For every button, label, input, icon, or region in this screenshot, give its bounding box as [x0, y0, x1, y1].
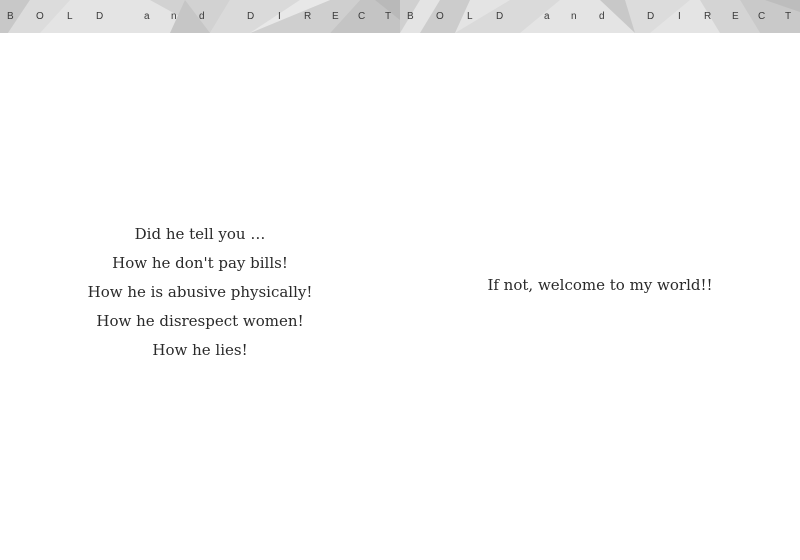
banner-letter: B [407, 11, 414, 22]
banner-letter: B [7, 11, 14, 22]
left-page-header-banner: B O L D a n d D I R E C T [0, 0, 400, 33]
banner-letter: n [571, 11, 577, 22]
banner-letter: I [678, 11, 681, 22]
banner-letter: O [436, 11, 444, 22]
banner-letter: R [304, 11, 312, 22]
banner-title: B O L D a n d D I R E C T [0, 0, 400, 33]
left-page: B O L D a n d D I R E C T Did he tell yo… [0, 0, 400, 560]
banner-letter: L [467, 11, 473, 22]
banner-letter: E [332, 11, 339, 22]
banner-letter: D [496, 11, 504, 22]
left-page-body: Did he tell you … How he don't pay bills… [0, 220, 400, 365]
right-page-body-text: If not, welcome to my world!! [487, 276, 713, 294]
banner-title: B O L D a n d D I R E C T [400, 0, 800, 33]
body-line-question: Did he tell you … [134, 225, 266, 243]
banner-letter: n [171, 11, 177, 22]
banner-letter: D [247, 11, 255, 22]
banner-letter: I [278, 11, 281, 22]
body-line-bills: How he don't pay bills! [112, 254, 288, 272]
banner-letter: C [758, 11, 766, 22]
banner-letter: R [704, 11, 712, 22]
banner-letter: T [785, 11, 792, 22]
banner-letter: L [67, 11, 73, 22]
banner-letter: O [36, 11, 44, 22]
right-page-header-banner: B O L D a n d D I R E C T [400, 0, 800, 33]
banner-letter: a [144, 11, 150, 22]
banner-letter: E [732, 11, 739, 22]
right-page: B O L D a n d D I R E C T If not, welcom… [400, 0, 800, 560]
body-line-abusive: How he is abusive physically! [87, 283, 313, 301]
banner-letter: a [544, 11, 550, 22]
banner-letter: d [599, 11, 605, 22]
book-spread: B O L D a n d D I R E C T Did he tell yo… [0, 0, 800, 560]
banner-letter: T [385, 11, 392, 22]
banner-letter: C [358, 11, 366, 22]
body-line-lies: How he lies! [152, 341, 248, 359]
body-line-disrespect: How he disrespect women! [96, 312, 304, 330]
banner-letter: D [647, 11, 655, 22]
banner-letter: D [96, 11, 104, 22]
banner-letter: d [199, 11, 205, 22]
